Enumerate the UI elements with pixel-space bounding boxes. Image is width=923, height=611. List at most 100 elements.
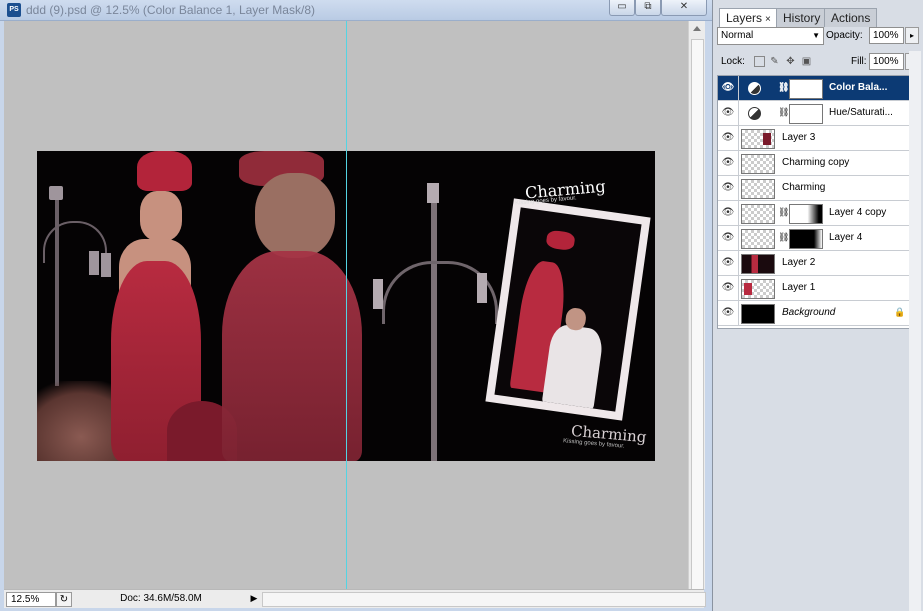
vertical-scroll-thumb[interactable] xyxy=(691,39,704,591)
layer-thumbnail[interactable] xyxy=(741,304,775,324)
layer-row-color-balance[interactable]: 👁 ⛓ Color Bala... xyxy=(718,76,909,101)
adjustment-layer-icon xyxy=(748,107,761,120)
layer-row-charming-copy[interactable]: 👁 Charming copy xyxy=(718,151,909,176)
lock-transparent-icon[interactable] xyxy=(754,56,765,67)
status-preview-icon[interactable]: ↻ xyxy=(56,592,72,607)
panel-tabs: Layers × History Actions xyxy=(713,4,923,27)
opacity-slider-button[interactable]: ▸ xyxy=(905,27,919,44)
layer-thumbnail[interactable] xyxy=(741,129,775,149)
layer-name: Layer 3 xyxy=(782,132,816,143)
frame-bride-headpiece xyxy=(545,229,576,252)
photoshop-app-icon: PS xyxy=(7,3,21,17)
layer-name: Layer 2 xyxy=(782,257,816,268)
layer-mask-thumbnail[interactable] xyxy=(789,204,823,224)
link-icon[interactable]: ⛓ xyxy=(778,81,789,93)
layer-name: Hue/Saturati... xyxy=(829,107,893,118)
layer-row-layer-1[interactable]: 👁 Layer 1 xyxy=(718,276,909,301)
eye-icon[interactable]: 👁 xyxy=(718,201,739,225)
chevron-down-icon: ▼ xyxy=(812,31,820,40)
candle-3 xyxy=(101,253,111,277)
scroll-up-icon[interactable] xyxy=(693,26,701,31)
lock-position-move-icon[interactable]: ✥ xyxy=(785,56,796,67)
layer-name: Color Bala... xyxy=(829,82,888,93)
eye-icon[interactable]: 👁 xyxy=(718,226,739,250)
candle-2 xyxy=(89,251,99,275)
close-button[interactable]: ✕ xyxy=(661,0,707,16)
layer-thumbnail[interactable] xyxy=(741,254,775,274)
adjustment-layer-icon xyxy=(748,82,761,95)
link-icon[interactable]: ⛓ xyxy=(778,206,789,218)
eye-icon[interactable]: 👁 xyxy=(718,76,739,100)
candelabra-left-stem xyxy=(55,191,59,386)
layer-name: Background xyxy=(782,307,836,318)
layer-mask-thumbnail[interactable] xyxy=(789,79,823,99)
tab-layers[interactable]: Layers × xyxy=(719,8,778,27)
opacity-label: Opacity: xyxy=(826,30,863,41)
woman-2-dress xyxy=(222,251,362,461)
candelabra-center-stem xyxy=(431,191,437,461)
eye-icon[interactable]: 👁 xyxy=(718,176,739,200)
woman-2-face xyxy=(255,173,335,258)
layer-name: Layer 4 copy xyxy=(829,207,887,218)
layer-row-layer-4[interactable]: 👁 ⛓ Layer 4 xyxy=(718,226,909,251)
lock-all-icon[interactable]: ▣ xyxy=(801,56,812,67)
document-window: PS ddd (9).psd @ 12.5% (Color Balance 1,… xyxy=(0,0,712,611)
minimize-button[interactable]: ▭ xyxy=(609,0,635,16)
tab-history[interactable]: History xyxy=(776,8,828,27)
layer-name: Charming copy xyxy=(782,157,850,168)
woman-1-headpiece xyxy=(137,151,192,191)
vertical-guide[interactable] xyxy=(346,21,347,589)
tab-layers-label: Layers xyxy=(726,11,763,25)
document-title: ddd (9).psd @ 12.5% (Color Balance 1, La… xyxy=(26,3,315,17)
photo-frame-inner xyxy=(494,207,642,412)
thumbnail-content xyxy=(763,133,771,145)
status-bar: 12.5% ↻ Doc: 34.6M/58.0M ▶ xyxy=(4,589,706,608)
layer-row-layer-4-copy[interactable]: 👁 ⛓ Layer 4 copy xyxy=(718,201,909,226)
eye-icon[interactable]: 👁 xyxy=(718,276,739,300)
layer-row-background[interactable]: 👁 Background 🔒 xyxy=(718,301,909,326)
tab-actions[interactable]: Actions xyxy=(824,8,878,27)
eye-icon[interactable]: 👁 xyxy=(718,251,739,275)
layer-thumbnail[interactable] xyxy=(741,154,775,174)
layer-row-layer-3[interactable]: 👁 Layer 3 xyxy=(718,126,909,151)
opacity-field[interactable]: 100% xyxy=(869,27,904,44)
thumbnail-content xyxy=(744,283,752,295)
tab-close-icon[interactable]: × xyxy=(765,14,771,25)
candle-4 xyxy=(427,183,439,203)
fill-field[interactable]: 100% xyxy=(869,53,904,70)
horizontal-scrollbar[interactable] xyxy=(262,592,706,607)
vertical-scrollbar[interactable] xyxy=(688,21,705,591)
layers-list: 👁 ⛓ Color Bala... 👁 ⛓ Hue/Saturati... 👁 … xyxy=(717,75,910,329)
link-icon[interactable]: ⛓ xyxy=(778,231,789,243)
layer-mask-thumbnail[interactable] xyxy=(789,229,823,249)
eye-icon[interactable]: 👁 xyxy=(718,126,739,150)
lock-label: Lock: xyxy=(721,56,745,67)
layer-thumbnail[interactable] xyxy=(741,279,775,299)
woman-1-face xyxy=(140,191,182,241)
status-menu-arrow-icon[interactable]: ▶ xyxy=(248,591,260,606)
layer-thumbnail[interactable] xyxy=(741,229,775,249)
restore-button[interactable]: ⧉ xyxy=(635,0,661,16)
link-icon[interactable]: ⛓ xyxy=(778,106,789,118)
zoom-field[interactable]: 12.5% xyxy=(6,592,56,607)
layer-row-charming[interactable]: 👁 Charming xyxy=(718,176,909,201)
document-titlebar[interactable]: PS ddd (9).psd @ 12.5% (Color Balance 1,… xyxy=(0,0,712,21)
layer-row-hue-saturation[interactable]: 👁 ⛓ Hue/Saturati... xyxy=(718,101,909,126)
panel-scrollbar[interactable] xyxy=(909,51,921,611)
blend-mode-value: Normal xyxy=(721,30,754,41)
eye-icon[interactable]: 👁 xyxy=(718,151,739,175)
layer-thumbnail[interactable] xyxy=(741,204,775,224)
layer-name: Layer 1 xyxy=(782,282,816,293)
layer-mask-thumbnail[interactable] xyxy=(789,104,823,124)
eye-icon[interactable]: 👁 xyxy=(718,101,739,125)
candle-5 xyxy=(373,279,383,309)
eye-icon[interactable]: 👁 xyxy=(718,301,739,325)
blend-mode-select[interactable]: Normal ▼ xyxy=(717,27,824,45)
candle-1 xyxy=(49,186,63,200)
layer-row-layer-2[interactable]: 👁 Layer 2 xyxy=(718,251,909,276)
lock-image-brush-icon[interactable]: ✎ xyxy=(769,56,780,67)
layer-thumbnail[interactable] xyxy=(741,179,775,199)
fill-label: Fill: xyxy=(851,56,867,67)
candle-6 xyxy=(477,273,487,303)
layers-panel: Layers × History Actions Normal ▼ Opacity… xyxy=(712,0,923,611)
